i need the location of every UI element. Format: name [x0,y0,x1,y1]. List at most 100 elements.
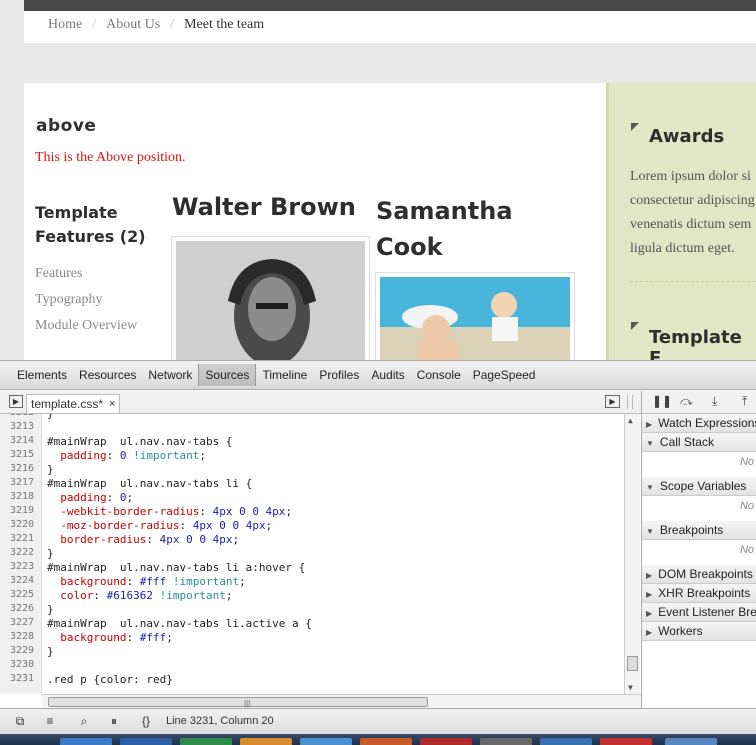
debugger-section[interactable]: ▼ Call Stack [642,433,756,452]
close-icon[interactable]: × [109,398,115,410]
step-over-icon[interactable]: ⤼ [680,394,693,409]
code-line[interactable]: } [47,463,54,476]
pause-exceptions-icon[interactable]: ⏸ [104,713,124,730]
taskbar-item[interactable] [420,738,472,745]
samantha-photo[interactable] [375,272,575,360]
chevron-right-icon: ▶ [646,590,653,599]
line-number: 3229 [10,645,35,656]
module-overview-link[interactable]: Module Overview [35,313,137,339]
splitter-grip-icon[interactable] [627,395,633,409]
os-taskbar [0,734,756,745]
debugger-section-label: Call Stack [659,435,714,449]
code-line[interactable]: } [47,414,54,420]
sidebar-divider [630,281,756,282]
chevron-right-icon: ▶ [646,571,653,580]
taskbar-item[interactable] [240,738,292,745]
breadcrumb-separator: / [92,17,97,32]
code-line[interactable]: } [47,547,54,560]
vertical-scrollbar[interactable]: ▲ ▼ [624,414,640,694]
taskbar-item[interactable] [600,738,652,745]
debugger-controls: ❚❚ ⤼ ⤓ ⤒ [642,391,756,414]
breadcrumb-separator: / [170,17,175,32]
debugger-section[interactable]: ▶ Event Listener Brea [642,603,756,622]
debugger-section[interactable]: ▶ XHR Breakpoints [642,584,756,603]
tab-pagespeed[interactable]: PageSpeed [467,364,542,386]
code-line[interactable]: color: #616362 !important; [47,589,232,602]
code-line[interactable]: background: #fff; [47,631,173,644]
code-line[interactable]: #mainWrap ul.nav.nav-tabs { [47,435,232,448]
awards-line: Lorem ipsum dolor si [630,169,751,184]
debugger-section-label: XHR Breakpoints [658,586,751,600]
taskbar-item[interactable] [120,738,172,745]
tab-profiles[interactable]: Profiles [313,364,365,386]
scroll-up-icon[interactable]: ▲ [628,416,633,425]
line-number: 3230 [10,659,35,670]
taskbar-item[interactable] [540,738,592,745]
breadcrumb-home-link[interactable]: Home [48,17,82,33]
debugger-section[interactable]: ▶ DOM Breakpoints [642,565,756,584]
code-line[interactable]: -moz-border-radius: 4px 0 0 4px; [47,519,272,532]
tab-sources[interactable]: Sources [198,364,257,386]
tab-network[interactable]: Network [142,364,198,386]
horizontal-scrollbar[interactable]: ||| [42,694,641,708]
scroll-down-icon[interactable]: ▼ [628,683,633,692]
breadcrumb-about-link[interactable]: About Us [106,17,160,33]
debugger-section-label: Event Listener Brea [658,605,756,619]
toggle-debugger-icon[interactable]: ▶ [605,395,620,408]
pretty-print-icon[interactable]: {} [136,713,156,730]
above-text: This is the Above position. [35,150,186,165]
features-link[interactable]: Features [35,261,137,287]
code-line[interactable]: border-radius: 4px 0 0 4px; [47,533,239,546]
code-line[interactable]: padding: 0 !important; [47,449,206,462]
line-number: 3212 [10,414,34,418]
code-line[interactable]: #mainWrap ul.nav.nav-tabs li.active a { [47,617,312,630]
tab-elements[interactable]: Elements [11,364,73,386]
code-line[interactable]: background: #fff !important; [47,575,245,588]
code-line[interactable]: } [47,645,54,658]
right-sidebar: Awards Lorem ipsum dolor si consectetur … [606,83,756,360]
code-line[interactable]: #mainWrap ul.nav.nav-tabs li { [47,477,252,490]
tab-audits[interactable]: Audits [365,364,410,386]
taskbar-item[interactable] [665,738,717,745]
debugger-section[interactable]: ▼ Breakpoints [642,521,756,540]
show-navigator-icon[interactable]: ▶ [9,395,23,408]
debugger-section[interactable]: ▶ Workers [642,622,756,641]
debugger-sidebar: ❚❚ ⤼ ⤓ ⤒ ▶ Watch Expressions ▼ Call Stack No… [641,391,756,708]
tab-timeline[interactable]: Timeline [256,364,313,386]
walter-photo[interactable] [171,236,370,360]
code-line[interactable]: } [47,603,54,616]
file-tab-template-css[interactable]: template.css* × [26,394,121,413]
debugger-section-label: Scope Variables [659,479,747,493]
code-line[interactable]: #mainWrap ul.nav.nav-tabs li a:hover { [47,561,305,574]
console-drawer-icon[interactable]: ≡ [40,713,60,730]
search-icon[interactable]: ⌕ [74,713,94,730]
code-line[interactable]: padding: 0; [47,491,133,504]
scroll-thumb[interactable] [627,656,638,671]
site-top-bar [24,0,756,11]
line-number: 3227 [10,617,35,628]
tab-resources[interactable]: Resources [73,364,142,386]
line-number: 3224 [10,575,35,586]
chevron-down-icon: ▼ [646,483,654,492]
taskbar-item[interactable] [60,738,112,745]
template-sidebar-heading: Template F [649,327,742,360]
code-editor[interactable]: 3212} 3213 3214 #mainWrap ul.nav.nav-tabs {… [0,414,641,694]
taskbar-item[interactable] [360,738,412,745]
code-line[interactable]: -webkit-border-radius: 4px 0 0 4px; [47,505,292,518]
taskbar-item[interactable] [480,738,532,745]
horizontal-scroll-thumb[interactable]: ||| [48,697,428,708]
pause-icon[interactable]: ❚❚ [652,394,672,408]
step-into-icon[interactable]: ⤓ [712,394,717,409]
typography-link[interactable]: Typography [35,287,137,313]
template-features-heading: Template Features (2) [35,203,146,246]
chevron-right-icon: ▶ [646,628,653,637]
dock-icon[interactable]: ⧉ [10,713,30,730]
line-number: 3214 [10,435,35,446]
code-line[interactable]: .red p {color: red} [47,673,173,686]
step-out-icon[interactable]: ⤒ [742,394,747,409]
debugger-section[interactable]: ▼ Scope Variables [642,477,756,496]
debugger-section[interactable]: ▶ Watch Expressions [642,414,756,433]
taskbar-item[interactable] [300,738,352,745]
tab-console[interactable]: Console [411,364,467,386]
taskbar-item[interactable] [180,738,232,745]
